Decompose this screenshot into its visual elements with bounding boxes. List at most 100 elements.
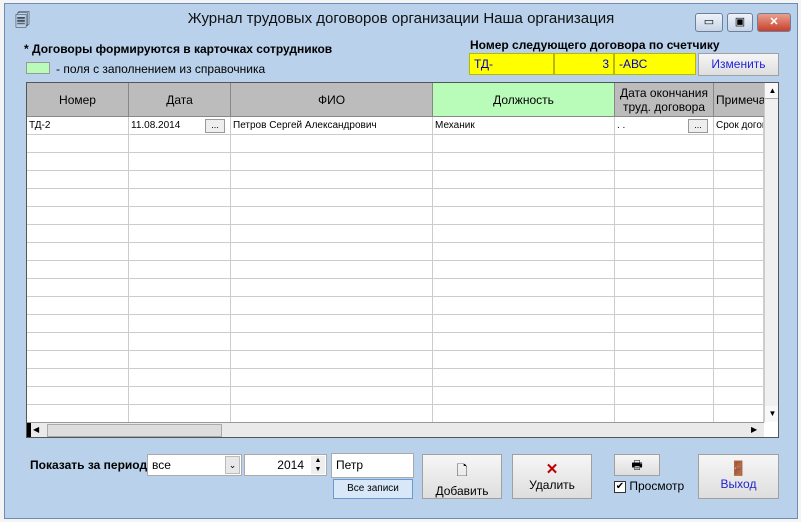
table-cell[interactable]: [27, 261, 129, 279]
table-cell[interactable]: [129, 351, 231, 369]
table-cell[interactable]: [231, 135, 433, 153]
table-cell[interactable]: [714, 333, 764, 351]
table-cell[interactable]: [433, 243, 615, 261]
table-cell[interactable]: [129, 261, 231, 279]
table-cell[interactable]: [27, 189, 129, 207]
table-cell[interactable]: [714, 387, 764, 405]
table-cell[interactable]: [433, 405, 615, 423]
date-picker-button[interactable]: ...: [688, 119, 708, 133]
table-cell[interactable]: [433, 387, 615, 405]
table-cell[interactable]: [27, 405, 129, 423]
table-cell[interactable]: [27, 387, 129, 405]
table-cell[interactable]: [27, 225, 129, 243]
table-row[interactable]: [27, 279, 764, 297]
table-cell[interactable]: [231, 351, 433, 369]
table-cell[interactable]: [615, 387, 714, 405]
table-cell[interactable]: [27, 207, 129, 225]
table-row[interactable]: [27, 189, 764, 207]
scroll-left-arrow[interactable]: ◀: [33, 425, 39, 434]
table-row[interactable]: [27, 405, 764, 423]
table-cell[interactable]: [27, 315, 129, 333]
counter-prefix[interactable]: ТД-: [469, 53, 554, 75]
table-cell[interactable]: [231, 315, 433, 333]
date-picker-button[interactable]: ...: [205, 119, 225, 133]
table-cell[interactable]: [714, 279, 764, 297]
table-cell[interactable]: [433, 135, 615, 153]
table-row[interactable]: [27, 243, 764, 261]
exit-button[interactable]: 🚪 Выход: [698, 454, 779, 499]
table-cell[interactable]: [714, 153, 764, 171]
preview-checkbox[interactable]: ✔ Просмотр: [614, 479, 684, 493]
table-cell[interactable]: [615, 207, 714, 225]
table-cell[interactable]: [129, 243, 231, 261]
all-records-button[interactable]: Все записи: [333, 479, 413, 499]
table-cell[interactable]: [433, 369, 615, 387]
table-cell[interactable]: [231, 333, 433, 351]
table-cell[interactable]: [27, 369, 129, 387]
table-row[interactable]: ТД-2 11.08.2014... Петров Сергей Александр…: [27, 117, 764, 135]
table-cell[interactable]: [129, 207, 231, 225]
scroll-right-arrow[interactable]: ▶: [751, 425, 757, 434]
close-button[interactable]: ✕: [757, 13, 791, 32]
table-cell[interactable]: [433, 153, 615, 171]
minimize-button[interactable]: ▭: [695, 13, 723, 32]
table-cell[interactable]: [714, 369, 764, 387]
scroll-thumb[interactable]: [47, 424, 222, 437]
table-cell[interactable]: [27, 153, 129, 171]
table-cell[interactable]: [433, 315, 615, 333]
table-row[interactable]: [27, 315, 764, 333]
table-cell[interactable]: [231, 261, 433, 279]
scroll-down-arrow[interactable]: ▼: [765, 406, 778, 422]
table-cell[interactable]: [433, 333, 615, 351]
table-row[interactable]: [27, 333, 764, 351]
table-cell[interactable]: [231, 171, 433, 189]
table-cell[interactable]: [27, 243, 129, 261]
period-select[interactable]: все ⌄: [147, 454, 242, 476]
table-cell[interactable]: [231, 243, 433, 261]
table-row[interactable]: [27, 207, 764, 225]
table-row[interactable]: [27, 297, 764, 315]
table-cell[interactable]: [615, 297, 714, 315]
table-cell[interactable]: [231, 279, 433, 297]
table-cell[interactable]: [231, 387, 433, 405]
table-cell[interactable]: 11.08.2014...: [129, 117, 231, 135]
table-cell[interactable]: [129, 369, 231, 387]
table-cell[interactable]: [714, 405, 764, 423]
table-cell[interactable]: [27, 351, 129, 369]
table-cell[interactable]: [129, 333, 231, 351]
table-cell[interactable]: Петров Сергей Александрович: [231, 117, 433, 135]
column-header-end-date[interactable]: Дата окончания труд. договора: [615, 83, 714, 117]
table-cell[interactable]: [27, 333, 129, 351]
table-row[interactable]: [27, 171, 764, 189]
table-cell[interactable]: [433, 171, 615, 189]
column-header-number[interactable]: Номер: [27, 83, 129, 117]
year-stepper[interactable]: 2014 ▲ ▼: [244, 454, 327, 476]
table-cell[interactable]: [615, 153, 714, 171]
table-cell[interactable]: ТД-2: [27, 117, 129, 135]
table-cell[interactable]: [615, 315, 714, 333]
table-cell[interactable]: [129, 189, 231, 207]
print-button[interactable]: 🖶: [614, 454, 660, 476]
column-header-position[interactable]: Должность: [433, 83, 615, 117]
table-cell[interactable]: [615, 243, 714, 261]
table-cell[interactable]: [433, 297, 615, 315]
table-cell[interactable]: [27, 279, 129, 297]
change-counter-button[interactable]: Изменить: [698, 53, 779, 76]
table-cell[interactable]: [615, 333, 714, 351]
table-cell[interactable]: [27, 135, 129, 153]
table-cell[interactable]: [433, 225, 615, 243]
table-cell[interactable]: [27, 171, 129, 189]
table-cell[interactable]: [714, 189, 764, 207]
maximize-button[interactable]: ▣: [727, 13, 753, 32]
counter-suffix[interactable]: -АВС: [614, 53, 696, 75]
table-cell[interactable]: . ....: [615, 117, 714, 135]
table-row[interactable]: [27, 135, 764, 153]
search-input[interactable]: Петр: [331, 453, 414, 478]
table-row[interactable]: [27, 153, 764, 171]
table-cell[interactable]: [433, 207, 615, 225]
table-cell[interactable]: [231, 153, 433, 171]
table-cell[interactable]: [433, 351, 615, 369]
table-cell[interactable]: [129, 171, 231, 189]
table-cell[interactable]: [129, 315, 231, 333]
table-cell[interactable]: [615, 225, 714, 243]
